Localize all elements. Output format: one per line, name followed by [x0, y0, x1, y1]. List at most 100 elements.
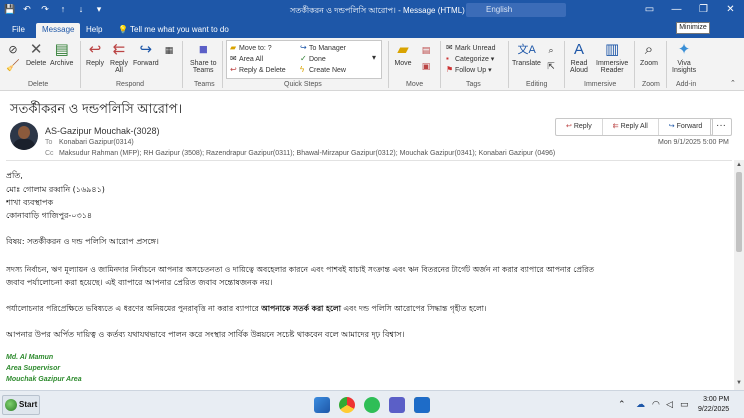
close-button[interactable]: ✕: [717, 0, 744, 20]
qs-area-label: Area All: [239, 56, 264, 63]
teams-taskbar-icon[interactable]: [389, 397, 405, 413]
outlook-icon[interactable]: [414, 397, 430, 413]
redo-icon[interactable]: ↷: [40, 4, 50, 14]
cc-recipients[interactable]: Maksudur Rahman (MFP); RH Gazipur (3508)…: [59, 150, 555, 157]
envelope-icon: ✉: [446, 43, 453, 52]
body-line: আপনার উপর অর্পিত দায়িত্ব ও কর্তব্য যথায…: [6, 330, 405, 339]
addin-group-label: Add-in: [676, 81, 697, 88]
tell-me-search[interactable]: 💡 Tell me what you want to do: [112, 23, 235, 38]
scroll-up-icon[interactable]: ▲: [735, 162, 743, 170]
forward-button[interactable]: ↪ Forward: [133, 42, 159, 68]
zoom-button[interactable]: ⌕ Zoom: [640, 42, 658, 68]
reply-all-button[interactable]: ⇇ Reply All: [110, 41, 128, 75]
up-arrow-icon[interactable]: ↑: [58, 4, 68, 14]
body-line: কোনাবাড়ি গাজিপুর-০৩১৪: [6, 211, 93, 220]
window-controls: ▭ — ❐ ✕: [636, 0, 744, 20]
signature-name: Md. Al Mamun: [6, 354, 54, 361]
avatar[interactable]: [10, 122, 38, 150]
minimize-button[interactable]: —: [663, 0, 690, 20]
cc-line: Cc Maksudur Rahman (MFP); RH Gazipur (35…: [45, 150, 555, 157]
collapse-ribbon-button[interactable]: ⌃: [730, 78, 736, 89]
menu-bar: File Message Help 💡 Tell me what you wan…: [0, 20, 744, 38]
move-button[interactable]: ▰ Move: [394, 42, 412, 68]
ignore-junk-button[interactable]: ⊘ 🧹: [4, 42, 22, 72]
forward-action-button[interactable]: ↪ Forward: [659, 119, 713, 135]
check-icon: ✓: [300, 54, 307, 63]
follow-up-button[interactable]: ⚑ Follow Up ▾: [446, 64, 492, 76]
reply-all-label-1: Reply: [110, 60, 128, 67]
windows-icon[interactable]: [314, 397, 330, 413]
reply-action-button[interactable]: ↩ Reply: [556, 119, 603, 135]
share-label-1: Share to: [190, 60, 217, 67]
message-action-buttons: ↩ Reply ⇇ Reply All ↪ Forward: [555, 118, 714, 136]
email-body: প্রতি, মোঃ গোলাম রব্বানি (১৬৯৪১) শাখা ব্…: [6, 166, 734, 388]
immersive-reader-button[interactable]: ▥ Immersive Reader: [596, 42, 628, 75]
reply-all-icon: ⇇: [112, 41, 126, 58]
language-search-box[interactable]: English: [466, 3, 566, 17]
qs-expand[interactable]: ▾: [372, 52, 381, 64]
find-select-buttons[interactable]: ⌕ ⇱: [542, 42, 560, 71]
viva-insights-icon: ✦: [677, 41, 691, 58]
vertical-scrollbar[interactable]: ▲ ▼: [734, 160, 744, 390]
scroll-thumb[interactable]: [736, 172, 742, 252]
more-respond-button[interactable]: ▦: [160, 42, 178, 60]
translate-button[interactable]: 文A Translate: [512, 42, 541, 67]
lightning-icon: ϟ: [300, 65, 305, 74]
wifi-icon[interactable]: ◠: [652, 399, 660, 410]
to-recipients[interactable]: Konabari Gazipur(0314): [59, 139, 134, 146]
viva-label-2: Insights: [672, 67, 697, 74]
delete-group-label: Delete: [28, 81, 49, 88]
reply-all-action-button[interactable]: ⇇ Reply All: [603, 119, 659, 135]
qs-create-new[interactable]: ϟ Create New: [300, 64, 346, 76]
reply-button[interactable]: ↩ Reply: [86, 42, 104, 68]
reply-all-action-label: Reply All: [620, 123, 648, 130]
signature-title: Area Supervisor: [6, 365, 61, 372]
battery-icon[interactable]: ▭: [680, 399, 689, 410]
onedrive-icon[interactable]: ☁: [636, 399, 645, 410]
customize-dropdown-icon[interactable]: ▾: [94, 4, 104, 14]
share-to-teams-button[interactable]: ■ Share to Teams: [190, 42, 217, 75]
restore-button[interactable]: ❐: [690, 0, 717, 20]
teams-group-label: Teams: [194, 81, 215, 88]
qs-reply-delete[interactable]: ↩ Reply & Delete: [230, 64, 286, 76]
chevron-up-tray-icon[interactable]: ⌃: [618, 399, 626, 410]
down-arrow-icon[interactable]: ↓: [76, 4, 86, 14]
archive-button[interactable]: ▤ Archive: [50, 42, 73, 68]
undo-icon[interactable]: ↶: [22, 4, 32, 14]
body-text: এবং দন্ড পলিসি আরোপের সিদ্ধান্ত গৃহীত হল…: [343, 304, 487, 313]
clock-date: 9/22/2025: [698, 406, 730, 413]
start-button[interactable]: Start: [2, 395, 40, 415]
tab-message[interactable]: Message: [36, 23, 81, 38]
email-subject: সতর্কীকরন ও দন্ডপলিসি আরোপ।: [10, 101, 183, 116]
chrome-icon[interactable]: [339, 397, 355, 413]
group-separator: [666, 41, 667, 88]
volume-icon[interactable]: ◁: [666, 399, 673, 410]
lightbulb-icon: 💡: [118, 25, 131, 34]
scroll-down-icon[interactable]: ▼: [735, 380, 743, 388]
categorize-label: Categorize: [455, 56, 489, 63]
move-label: Move: [394, 60, 412, 67]
tab-file[interactable]: File: [6, 23, 31, 38]
delete-button[interactable]: ✕ Delete: [26, 42, 46, 68]
forward-small-icon: ↪: [300, 43, 307, 52]
immersive-group-label: Immersive: [584, 81, 617, 88]
body-line: বিষয়: সতর্কীকরন ও দন্ড পলিসি আরোপ প্রসঙ…: [6, 237, 159, 246]
quick-access-toolbar: 💾 ↶ ↷ ↑ ↓ ▾: [4, 4, 104, 14]
cc-label: Cc: [45, 150, 54, 157]
to-label: To: [45, 139, 53, 146]
ribbon-display-icon[interactable]: ▭: [636, 0, 663, 20]
group-separator: [634, 41, 635, 88]
more-actions-button[interactable]: ···: [710, 118, 732, 136]
move-extras[interactable]: ▤ ▣: [417, 42, 435, 71]
system-clock[interactable]: 3:00 PM 9/22/2025: [698, 395, 729, 415]
window-title: সতর্কীকরন ও দন্ডপলিসি আরোপ। - Message (H…: [290, 6, 465, 15]
tab-help[interactable]: Help: [80, 23, 108, 38]
follow-up-label: Follow Up: [455, 67, 487, 74]
save-icon[interactable]: 💾: [4, 4, 15, 14]
read-aloud-button[interactable]: A Read Aloud: [570, 42, 588, 75]
sender-name[interactable]: AS-Gazipur Mouchak-(3028): [45, 126, 160, 136]
group-separator: [80, 41, 81, 88]
whatsapp-icon[interactable]: [364, 397, 380, 413]
body-line: মোঃ গোলাম রব্বানি (১৬৯৪১): [6, 185, 105, 194]
viva-insights-button[interactable]: ✦ Viva Insights: [672, 41, 697, 75]
